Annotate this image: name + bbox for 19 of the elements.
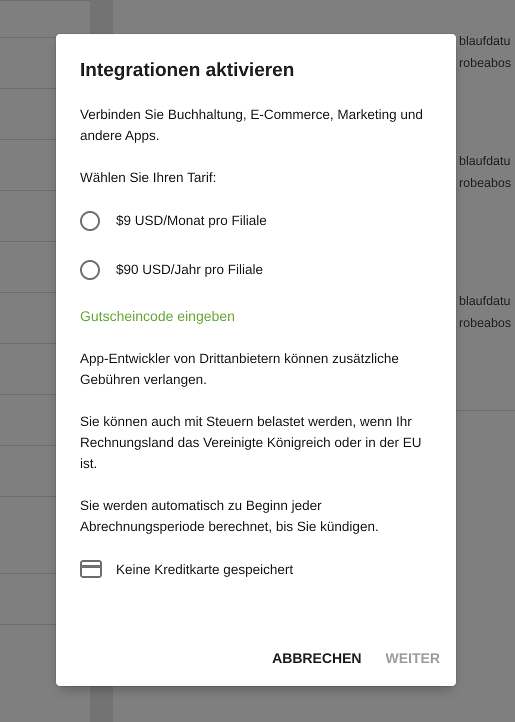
intro-text: Verbinden Sie Buchhaltung, E-Commerce, Marketing und andere Apps. [80, 106, 424, 145]
card-text: blaufdatu [459, 153, 510, 170]
dialog-title: Integrationen aktivieren [80, 60, 296, 82]
note-text: App-Entwickler von Drittanbietern können zusätzliche Gebühren verlangen. [80, 350, 400, 389]
card-text: robeabos [459, 315, 512, 332]
credit-card-icon [80, 560, 102, 578]
radio-button[interactable] [80, 260, 100, 280]
payment-text: Keine Kreditkarte gespeichert [116, 562, 294, 576]
card-text: blaufdatu [459, 293, 510, 310]
cancel-button[interactable]: ABBRECHEN [264, 642, 370, 674]
card-text: robeabos [459, 55, 512, 72]
note-text: Sie werden automatisch zu Beginn jeder Abrechnungsperiode berechnet, bis Sie kündigen. [80, 497, 380, 536]
radio-button[interactable] [80, 210, 100, 230]
tariff-option[interactable]: $90 USD/Jahr pro Filiale [80, 245, 264, 294]
card-text: robeabos [459, 175, 512, 192]
tariff-label: Wählen Sie Ihren Tarif: [80, 169, 218, 187]
card-text: blaufdatu [459, 33, 510, 50]
tariff-option[interactable]: $9 USD/Monat pro Filiale [80, 196, 267, 245]
note-text: Sie können auch mit Steuern belastet werden, wenn Ihr Rechnungsland das Vereinigte Königreich oder in der EU ist. [80, 413, 422, 473]
